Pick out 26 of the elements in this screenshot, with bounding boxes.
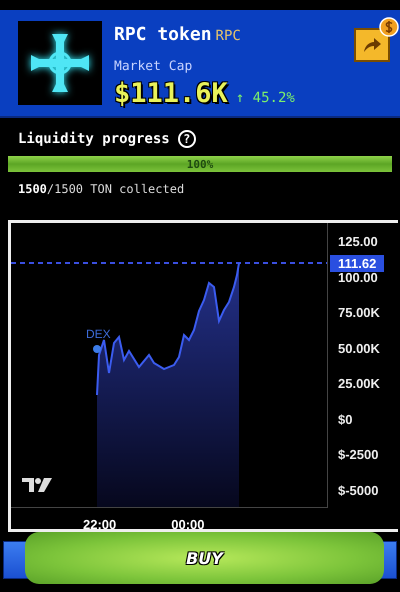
- dex-marker-label: DEX: [86, 327, 111, 341]
- share-button[interactable]: [354, 28, 390, 62]
- token-ticker: RPC: [216, 28, 241, 44]
- help-button[interactable]: ?: [178, 130, 196, 148]
- x-axis-label: 22:00: [83, 517, 116, 532]
- y-axis-label: 125.00: [338, 233, 379, 250]
- share-arrow-icon: [362, 37, 382, 53]
- progress-percent: 100%: [186, 158, 214, 170]
- y-axis-label: $-2500: [338, 446, 380, 463]
- y-axis-label: $0: [338, 410, 354, 428]
- price-tag: 111.62: [330, 255, 384, 272]
- market-cap-label: Market Cap: [114, 59, 194, 74]
- marker-dot: [93, 345, 101, 353]
- coin-icon: [379, 17, 399, 37]
- chart-logo-icon: [21, 477, 53, 493]
- market-cap-value: $111.6K: [114, 78, 228, 109]
- liquidity-title: Liquidity progress: [18, 131, 170, 147]
- x-axis-label: 00:00: [171, 517, 204, 532]
- token-name: RPC token: [114, 24, 212, 45]
- collected-text: 1500/1500 TON collected: [18, 182, 186, 196]
- y-axis-label: 25.00K: [338, 375, 381, 392]
- token-logo-icon: [18, 21, 102, 105]
- y-axis-label: 75.00K: [338, 304, 381, 321]
- y-axis-label: $-5000: [338, 482, 380, 498]
- y-axis-label: 50.00K: [338, 340, 381, 356]
- price-change: ↑ 45.2%: [236, 90, 295, 106]
